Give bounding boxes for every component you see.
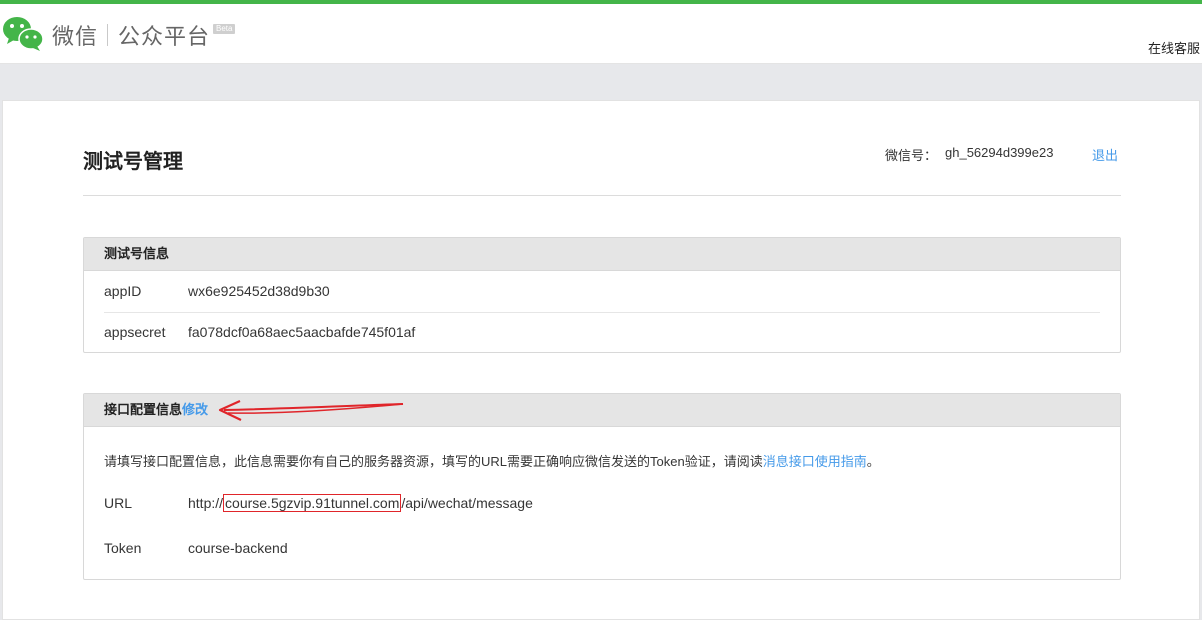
token-label: Token	[104, 540, 142, 556]
online-service-link[interactable]: 在线客服	[1148, 38, 1200, 57]
account-label: 微信号：	[885, 148, 938, 163]
url-value: http://course.5gzvip.91tunnel.com/api/we…	[188, 494, 533, 512]
interface-config-card: 接口配置信息修改 请填写接口配置信息，此信息需要你有自己的服务器资源，填写的UR…	[83, 393, 1121, 580]
interface-config-description: 请填写接口配置信息，此信息需要你有自己的服务器资源，填写的URL需要正确响应微信…	[104, 451, 880, 470]
appsecret-label: appsecret	[104, 324, 166, 340]
appid-label: appID	[104, 283, 142, 299]
url-path: /api/wechat/message	[401, 495, 533, 511]
brand-wechat: 微信	[52, 24, 99, 49]
wechat-logo-icon[interactable]	[2, 14, 44, 52]
test-account-card-header: 测试号信息	[84, 238, 1120, 271]
interface-config-card-header: 接口配置信息修改	[84, 394, 1120, 427]
appsecret-value: fa078dcf0a68aec5aacbafde745f01af	[188, 324, 416, 340]
row-divider	[104, 312, 1100, 313]
test-account-card: 测试号信息 appID wx6e925452d38d9b30 appsecret…	[83, 237, 1121, 353]
description-text: 请填写接口配置信息，此信息需要你有自己的服务器资源，填写的URL需要正确响应微信…	[104, 454, 763, 469]
url-host-highlight: course.5gzvip.91tunnel.com	[223, 494, 402, 512]
beta-badge: Beta	[213, 24, 236, 34]
title-divider	[83, 195, 1121, 196]
page-title: 测试号管理	[83, 151, 183, 173]
interface-config-card-title: 接口配置信息	[104, 402, 183, 417]
edit-config-link[interactable]: 修改	[182, 402, 208, 417]
message-api-guide-link[interactable]: 消息接口使用指南	[763, 454, 867, 469]
url-label: URL	[104, 495, 133, 511]
token-value: course-backend	[188, 540, 288, 556]
description-end: 。	[866, 454, 880, 469]
main-panel: 测试号管理 微信号： gh_56294d399e23 退出 测试号信息 appI…	[2, 100, 1200, 620]
logout-link[interactable]: 退出	[1092, 145, 1118, 164]
top-bar: 微信 公众平台 Beta 在线客服	[0, 0, 1202, 64]
test-account-card-title: 测试号信息	[104, 246, 170, 261]
appid-value: wx6e925452d38d9b30	[188, 283, 330, 299]
brand-separator	[107, 24, 108, 46]
account-value: gh_56294d399e23	[945, 145, 1054, 160]
url-scheme: http://	[188, 495, 224, 511]
brand-platform: 公众平台	[118, 24, 211, 49]
